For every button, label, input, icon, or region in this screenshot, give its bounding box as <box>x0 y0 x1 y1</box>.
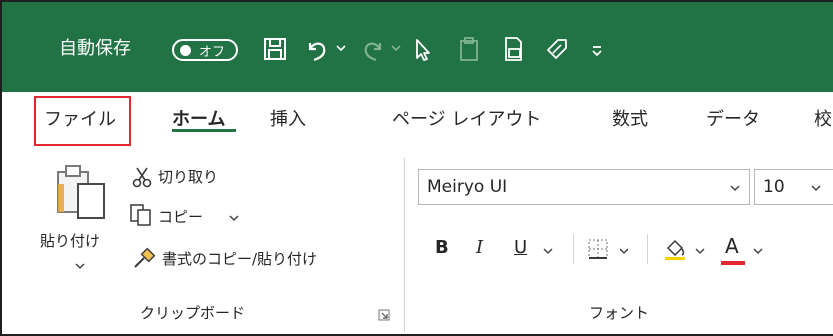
group-divider <box>404 158 405 332</box>
tab-home[interactable]: ホーム <box>172 92 225 150</box>
paste-icon[interactable] <box>54 162 110 224</box>
font-size-combobox[interactable]: 10 <box>754 169 833 205</box>
cursor-icon[interactable] <box>407 34 437 64</box>
tab-page-layout[interactable]: ページ レイアウト <box>392 92 541 150</box>
excel-window: 自動保存 オフ ファイル ホーム 挿入 ページ レイアウト 数式 データ 校 貼… <box>0 0 833 336</box>
autosave-toggle[interactable]: オフ <box>172 39 238 61</box>
font-name-combobox[interactable]: Meiryo UI <box>418 169 750 205</box>
dialog-launcher-icon[interactable] <box>378 309 390 321</box>
format-painter-icon[interactable] <box>132 247 156 271</box>
font-color-button[interactable]: A <box>725 234 739 258</box>
format-painter-button[interactable]: 書式のコピー/貼り付け <box>162 248 317 269</box>
undo-dropdown-icon[interactable] <box>335 42 347 54</box>
format-divider <box>647 234 648 264</box>
font-group-label: フォント <box>589 304 650 322</box>
bold-button[interactable]: B <box>435 237 449 258</box>
font-name-value: Meiryo UI <box>427 177 508 197</box>
underline-dropdown-icon[interactable] <box>542 245 554 257</box>
scissors-icon[interactable] <box>130 165 154 189</box>
title-bar: 自動保存 オフ <box>2 2 833 92</box>
redo-dropdown-icon[interactable] <box>390 42 402 54</box>
tab-insert[interactable]: 挿入 <box>270 92 306 150</box>
autosave-label: 自動保存 <box>59 38 131 59</box>
borders-icon[interactable] <box>587 238 609 260</box>
tab-data[interactable]: データ <box>706 92 760 150</box>
toggle-knob <box>180 44 191 56</box>
italic-button[interactable]: I <box>476 237 483 258</box>
tab-review[interactable]: 校 <box>814 92 832 150</box>
fill-color-icon[interactable] <box>662 236 688 262</box>
cut-button[interactable]: 切り取り <box>158 166 218 187</box>
borders-dropdown-icon[interactable] <box>618 245 630 257</box>
redo-icon[interactable] <box>358 34 388 64</box>
font-color-bar <box>721 261 745 265</box>
fill-color-dropdown-icon[interactable] <box>694 245 706 257</box>
save-icon[interactable] <box>260 34 290 64</box>
tab-file-highlight <box>34 96 131 146</box>
undo-icon[interactable] <box>302 34 332 64</box>
tag-icon[interactable] <box>542 34 572 64</box>
customize-toolbar-icon[interactable] <box>582 34 612 64</box>
tab-home-indicator <box>172 129 236 132</box>
font-name-dropdown-icon[interactable] <box>729 182 741 194</box>
clipboard-group-label: クリップボード <box>140 304 246 322</box>
autosave-state: オフ <box>199 44 226 60</box>
paste-label[interactable]: 貼り付け <box>40 230 100 251</box>
tab-formulas[interactable]: 数式 <box>612 92 648 150</box>
format-divider <box>573 234 574 264</box>
copy-button[interactable]: コピー <box>158 206 203 227</box>
font-size-value: 10 <box>763 177 785 197</box>
print-preview-icon[interactable] <box>498 34 528 64</box>
underline-button[interactable]: U <box>514 237 527 258</box>
font-size-dropdown-icon[interactable] <box>810 182 822 194</box>
font-color-dropdown-icon[interactable] <box>752 245 764 257</box>
copy-dropdown-icon[interactable] <box>228 212 240 224</box>
paste-qat-icon[interactable] <box>454 34 484 64</box>
paste-dropdown-icon[interactable] <box>74 260 86 272</box>
copy-icon[interactable] <box>129 203 155 227</box>
